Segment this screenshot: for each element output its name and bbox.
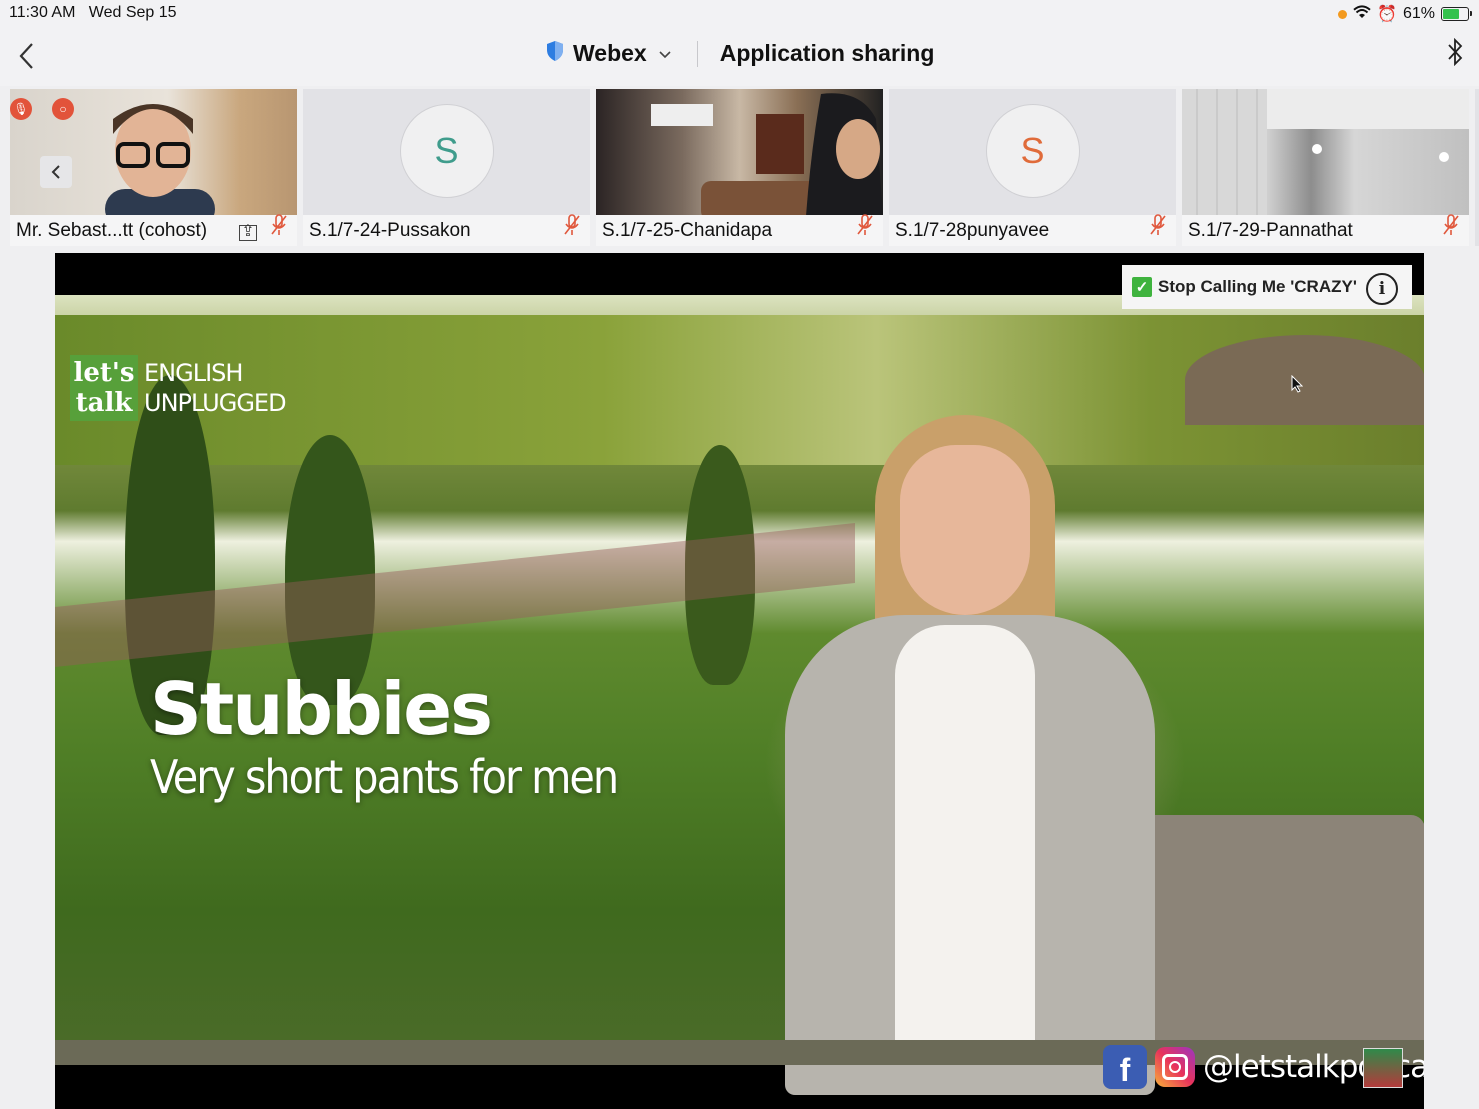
participant-tile[interactable]: 🎙 ○ Mr. Sebast...tt (cohost) ⇪ [10,89,297,246]
wifi-icon [1353,4,1371,24]
logo-text2: UNPLUGGED [144,389,287,417]
mic-in-use-indicator-icon [1338,9,1348,19]
mic-muted-icon [857,214,873,241]
bluetooth-icon[interactable] [1447,37,1463,73]
participant-name: S.1/7-24-Pussakon [303,215,590,246]
chevron-down-icon[interactable] [659,46,671,62]
participant-tile[interactable]: S.1/7-29-Pannathat [1182,89,1469,246]
strip-scroll-left-button[interactable] [40,156,72,188]
battery-percent: 61% [1402,5,1435,22]
participant-tile[interactable]: S S.1/7-24-Pussakon [303,89,590,246]
participant-tile[interactable]: S.1/7-25-Chanidapa [596,89,883,246]
video-frame: let's talk ENGLISH UNPLUGGED Stubbies Ve… [55,295,1424,1095]
mouse-cursor-icon [1291,374,1304,398]
participant-avatar-area: S [889,89,1176,216]
video-title: Stop Calling Me 'CRAZY' [1158,277,1357,296]
status-right: ⏰ 61% [1338,4,1472,24]
back-chevron-icon[interactable] [14,41,38,71]
participant-video [1182,89,1469,216]
video-title-bar[interactable]: ✓ Stop Calling Me 'CRAZY' i [1122,265,1412,309]
nav-title-group: Webex Application sharing [545,40,934,67]
meeting-nav-bar: Webex Application sharing [0,28,1479,86]
muted-badge-icon: 🎙 [10,98,32,120]
gazebo [1185,335,1424,425]
logo-line2: talk [75,388,133,418]
logo-box: let's talk [70,355,138,421]
mic-muted-icon [564,214,580,241]
battery-charging-icon [1441,7,1472,21]
participant-tile[interactable]: S S.1/7-28punyavee [889,89,1176,246]
presenter-face [900,445,1030,615]
logo-line1: let's [73,358,135,388]
avatar: S [399,104,494,198]
status-bar: 11:30 AM Wed Sep 15 ⏰ 61% [0,0,1479,28]
mic-muted-icon [1150,214,1166,241]
mic-muted-icon [271,214,287,241]
logo-text1: ENGLISH [144,359,243,387]
participant-name: S.1/7-29-Pannathat [1182,215,1469,246]
channel-logo: let's talk ENGLISH UNPLUGGED [70,355,287,421]
caption-subtitle: Very short pants for men [150,750,619,804]
page-title: Application sharing [719,40,935,66]
title-divider [696,40,698,67]
status-time: 11:30 AM Wed Sep 15 [9,4,177,21]
shared-screen[interactable]: let's talk ENGLISH UNPLUGGED Stubbies Ve… [55,253,1424,1109]
presenter-shirt [895,625,1035,1065]
participant-avatar-area: S [303,89,590,216]
participant-name: S.1/7-25-Chanidapa [596,215,883,246]
info-icon[interactable]: i [1366,273,1398,305]
shield-icon [545,40,565,67]
sharing-icon: ⇪ [239,224,257,241]
app-name-dropdown[interactable]: Webex [573,40,647,67]
participant-tile-partial[interactable] [1475,89,1479,246]
facebook-icon: f [1103,1045,1147,1089]
caption-title: Stubbies [150,667,493,751]
cypress-tree [285,435,375,705]
recording-badge-icon: ○ [52,98,74,120]
logo-text: ENGLISH UNPLUGGED [144,358,287,418]
presenter [755,385,1175,1095]
mic-muted-icon [1443,214,1459,241]
checkmark-icon: ✓ [1132,277,1152,297]
participant-video [596,89,883,216]
participant-video: 🎙 ○ [10,89,297,216]
participant-name: S.1/7-28punyavee [889,215,1176,246]
instagram-icon [1155,1047,1195,1087]
alarm-icon: ⏰ [1377,6,1397,23]
thumbnail-icon [1363,1048,1403,1088]
avatar: S [985,104,1080,198]
participant-strip: 🎙 ○ Mr. Sebast...tt (cohost) ⇪ S S.1/7-2… [0,86,1479,250]
